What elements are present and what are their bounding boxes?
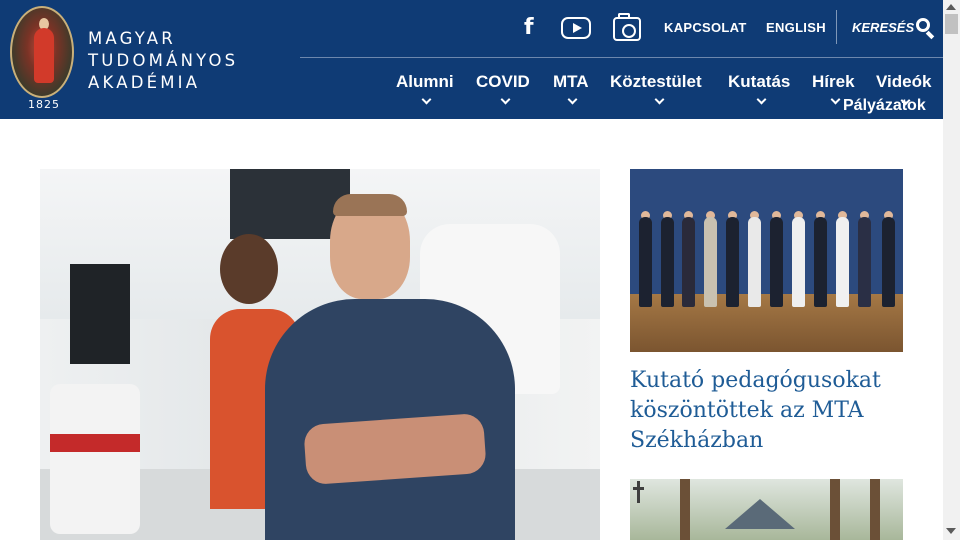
nav-item-label: Hírek bbox=[812, 72, 855, 91]
nav-item-label: COVID bbox=[476, 72, 530, 91]
nav-item-label: Köztestület bbox=[610, 72, 702, 91]
scrollbar-thumb[interactable] bbox=[945, 14, 958, 34]
nav-item-koztestulet[interactable]: Köztestület bbox=[610, 72, 702, 92]
nav-item-label: Kutatás bbox=[728, 72, 791, 91]
nav-item-palyazatok[interactable]: Pályázatok bbox=[843, 97, 926, 115]
side-article-image-2[interactable] bbox=[630, 479, 903, 540]
side-article-title[interactable]: Kutató pedagógusokat köszöntöttek az MTA… bbox=[630, 366, 910, 456]
nav-item-covid[interactable]: COVID bbox=[476, 72, 530, 92]
scroll-down-arrow-icon[interactable] bbox=[946, 528, 956, 534]
chevron-down-icon[interactable] bbox=[500, 94, 511, 105]
nav-item-mta[interactable]: MTA bbox=[553, 72, 589, 92]
nav-item-label: Alumni bbox=[396, 72, 454, 91]
page-scrollbar[interactable] bbox=[943, 0, 960, 540]
search-icon[interactable] bbox=[916, 18, 930, 32]
nav-item-hirek[interactable]: Hírek bbox=[812, 72, 855, 92]
chevron-down-icon[interactable] bbox=[654, 94, 665, 105]
nav-item-label: Videók bbox=[876, 72, 932, 91]
contact-link[interactable]: KAPCSOLAT bbox=[664, 20, 747, 35]
nav-divider bbox=[300, 57, 943, 58]
logo-line-1: MAGYAR bbox=[88, 29, 176, 48]
chevron-down-icon[interactable] bbox=[830, 94, 841, 105]
logo-wordmark[interactable]: MAGYAR TUDOMÁNYOS AKADÉMIA bbox=[88, 28, 238, 94]
nav-item-alumni[interactable]: Alumni bbox=[396, 72, 454, 92]
mta-emblem-icon[interactable] bbox=[10, 6, 74, 98]
instagram-icon[interactable] bbox=[613, 13, 641, 41]
search-label[interactable]: KERESÉS bbox=[852, 20, 914, 35]
nav-item-label: Pályázatok bbox=[843, 97, 926, 114]
logo-line-2: TUDOMÁNYOS bbox=[88, 51, 239, 70]
site-header: 1825 MAGYAR TUDOMÁNYOS AKADÉMIA f KAPCSO… bbox=[0, 0, 943, 119]
english-link[interactable]: ENGLISH bbox=[766, 20, 826, 35]
chevron-down-icon[interactable] bbox=[567, 94, 578, 105]
chevron-down-icon[interactable] bbox=[421, 94, 432, 105]
nav-item-label: MTA bbox=[553, 72, 589, 91]
facebook-icon[interactable]: f bbox=[524, 16, 540, 40]
top-divider bbox=[836, 10, 837, 44]
nav-item-videok[interactable]: Videók bbox=[876, 72, 931, 92]
scroll-up-arrow-icon[interactable] bbox=[946, 4, 956, 10]
nav-item-kutatas[interactable]: Kutatás bbox=[728, 72, 790, 92]
youtube-icon[interactable] bbox=[561, 17, 591, 39]
hero-image[interactable] bbox=[40, 169, 600, 540]
side-article-image[interactable] bbox=[630, 169, 903, 352]
chevron-down-icon[interactable] bbox=[756, 94, 767, 105]
logo-year: 1825 bbox=[28, 98, 60, 111]
logo-line-3: AKADÉMIA bbox=[88, 73, 201, 92]
